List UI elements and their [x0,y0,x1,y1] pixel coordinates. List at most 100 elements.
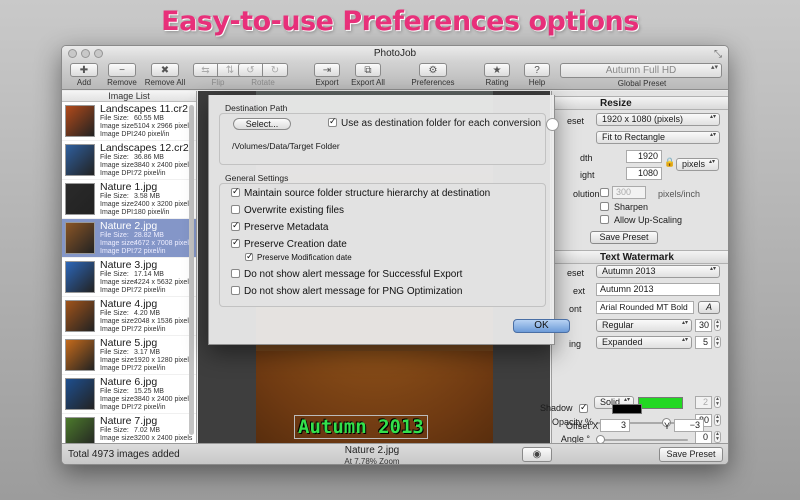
minimize-window-button[interactable] [81,49,90,58]
toolbar: ✚ Add − Remove ✖ Remove All ⇆ ⇅ Flip ↺ ↻… [62,62,728,90]
resolution-checkbox[interactable] [600,188,609,197]
angle-field[interactable]: 0 [695,431,712,443]
angle-slider-knob[interactable] [596,435,605,443]
alert-png-checkbox[interactable] [231,285,240,295]
opacity-stepper[interactable]: ▲ ▼ [714,414,721,426]
global-save-preset-button[interactable]: Save Preset [659,447,723,462]
export-all-button[interactable]: ⧉ Export All [346,63,390,87]
rating-button[interactable]: ★ Rating [480,63,514,87]
image-thumbnail [65,222,95,254]
preview-toggle-button[interactable]: ◉ [522,447,552,462]
use-destination-option[interactable]: Use as destination folder for each conve… [328,116,541,129]
image-list-item[interactable]: Nature 5.jpg File Size: 3.17 MB Image size:… [62,336,196,375]
image-name: Nature 6.jpg [100,376,158,388]
spacing-select[interactable]: Expanded [596,336,692,349]
resolution-label: olution [573,189,600,199]
font-size-stepper[interactable]: ▲ ▼ [714,319,721,331]
shadow-color-well[interactable] [612,404,642,414]
image-thumbnail [65,339,95,371]
image-meta-dims: Image size:3200 x 2400 pixels [100,435,193,442]
resolution-field[interactable]: 300 [612,186,646,199]
preferences-button[interactable]: ⚙ Preferences [407,63,459,87]
height-field[interactable]: 1080 [626,167,662,180]
image-name: Nature 1.jpg [100,181,158,193]
rotate-control[interactable]: ↺ ↻ Rotate [237,63,289,87]
help-button[interactable]: ? Help [520,63,554,87]
preserve-creation-option[interactable]: Preserve Creation date [231,237,347,250]
image-list-item[interactable]: Nature 3.jpg File Size: 17.14 MB Image size… [62,258,196,297]
font-size-field[interactable]: 30 [695,319,712,332]
width-label: dth [580,153,593,163]
angle-stepper[interactable]: ▲ ▼ [714,431,721,443]
sharpen-checkbox[interactable] [600,202,609,211]
upscale-checkbox[interactable] [600,215,609,224]
font-field[interactable]: Arial Rounded MT Bold [596,301,694,314]
preserve-creation-checkbox[interactable] [231,237,240,248]
add-button[interactable]: ✚ Add [68,63,100,87]
select-folder-button[interactable]: Select... [233,118,291,130]
global-preset-select[interactable]: Autumn Full HD [560,63,722,78]
font-label: ont [569,304,582,314]
export-button[interactable]: ⇥ Export [310,63,344,87]
image-list-scrollbar[interactable] [189,105,194,435]
font-picker-button[interactable]: A [698,301,720,314]
maintain-structure-option[interactable]: Maintain source folder structure hierarc… [231,186,490,199]
fill-color-well[interactable] [638,397,683,409]
title-bar[interactable]: PhotoJob ⤡ [62,46,728,62]
image-list-item[interactable]: Nature 4.jpg File Size: 4.20 MB Image size:… [62,297,196,336]
image-list-item[interactable]: Nature 7.jpg File Size: 7.02 MB Image size:… [62,414,196,443]
watermark-preset-select[interactable]: Autumn 2013 [596,265,720,278]
destination-section: Select... Use as destination folder for … [219,113,559,165]
image-list-item[interactable]: Nature 6.jpg File Size: 15.25 MB Image size… [62,375,196,414]
resize-mode-select[interactable]: Fit to Rectangle [596,131,720,144]
spacing-stepper[interactable]: ▲ ▼ [714,336,721,348]
rotate-right-icon[interactable]: ↻ [263,63,288,77]
watermark-text-field[interactable]: Autumn 2013 [596,283,720,296]
image-name: Nature 2.jpg [100,220,158,232]
offset-x-field[interactable]: 3 [600,419,630,432]
remove-all-button[interactable]: ✖ Remove All [142,63,188,87]
preserve-metadata-option[interactable]: Preserve Metadata [231,220,329,233]
offset-y-field[interactable]: −3 [674,419,704,432]
image-list-item[interactable]: Landscapes 11.cr2 File Size: 60.55 MB Image… [62,102,196,141]
maintain-structure-checkbox[interactable] [231,186,240,197]
preserve-modification-checkbox[interactable] [245,251,254,262]
image-list-item[interactable]: Nature 1.jpg File Size: 3.58 MB Image size:… [62,180,196,219]
preserve-metadata-checkbox[interactable] [231,220,240,231]
alert-success-checkbox[interactable] [231,268,240,278]
zoom-window-button[interactable] [94,49,103,58]
shadow-checkbox[interactable] [579,402,589,414]
overwrite-option[interactable]: Overwrite existing files [231,204,344,216]
angle-slider[interactable] [596,435,688,443]
image-thumbnail [65,183,95,215]
watermark-preview-text[interactable]: Autumn 2013 [294,415,428,439]
alert-png-option[interactable]: Do not show alert message for PNG Optimi… [231,285,462,297]
image-list-item[interactable]: Nature 2.jpg File Size: 28.82 MB Image size… [62,219,196,258]
resize-save-preset-button[interactable]: Save Preset [590,231,658,244]
font-style-select[interactable]: Regular [596,319,692,332]
image-meta-size: File Size: 3.58 MB [100,193,161,200]
overwrite-checkbox[interactable] [231,204,240,214]
ok-button[interactable]: OK [513,319,570,333]
lock-icon[interactable]: 🔒 [664,157,675,168]
image-meta-dims: Image size:4224 x 5632 pixels [100,279,193,286]
destination-radio[interactable] [546,118,559,131]
remove-button[interactable]: − Remove [104,63,140,87]
spacing-field[interactable]: 5 [695,336,712,349]
use-destination-checkbox[interactable] [328,116,337,127]
x-icon: ✖ [151,63,179,77]
fill-field[interactable]: 2 [695,396,712,409]
alert-success-option[interactable]: Do not show alert message for Successful… [231,268,462,280]
close-window-button[interactable] [68,49,77,58]
preserve-modification-option[interactable]: Preserve Modification date [245,251,352,262]
fullscreen-icon[interactable]: ⤡ [714,47,722,63]
preview-info: Nature 2.jpg At 7.78% Zoom [312,445,432,464]
height-label: ight [580,170,595,180]
image-list-item[interactable]: Landscapes 12.cr2 File Size: 36.86 MB Image… [62,141,196,180]
resize-preset-select[interactable]: 1920 x 1080 (pixels) [596,113,720,126]
flip-horizontal-icon[interactable]: ⇆ [193,63,218,77]
rotate-left-icon[interactable]: ↺ [238,63,263,77]
fill-stepper[interactable]: ▲ ▼ [714,396,721,408]
width-field[interactable]: 1920 [626,150,662,163]
unit-select[interactable]: pixels [676,158,719,171]
